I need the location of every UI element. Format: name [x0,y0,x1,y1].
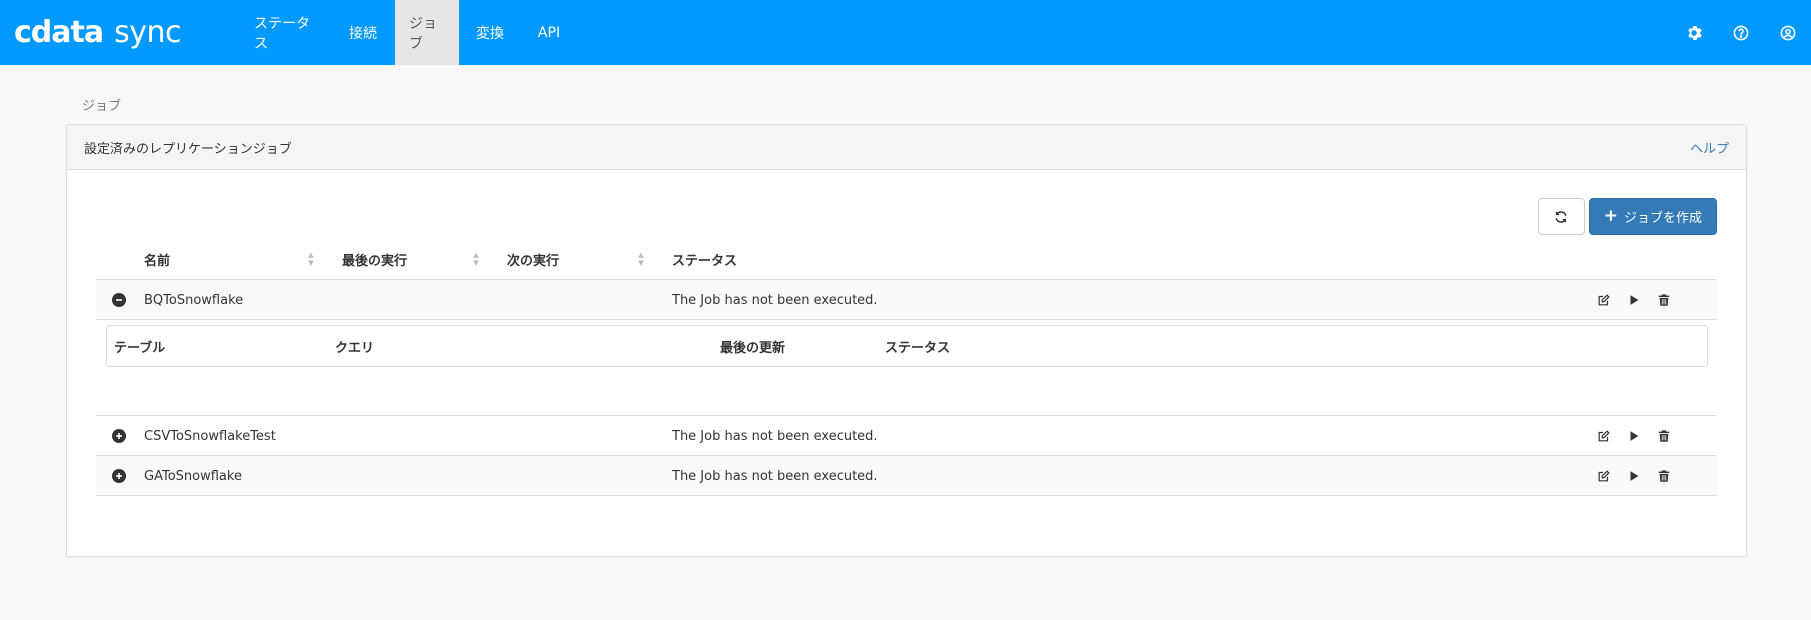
nav-items: ステータス 接続 ジョブ 変換 API [240,0,577,65]
help-circle-icon[interactable] [1717,0,1764,65]
trash-icon[interactable] [1656,292,1672,308]
create-job-button[interactable]: + ジョブを作成 [1588,198,1717,235]
header-last-run[interactable]: 最後の実行 [342,238,407,280]
create-job-label: ジョブを作成 [1623,211,1702,226]
job-name: BQToSnowflake [144,292,244,308]
job-detail: テーブル クエリ 最後の更新 ステータス [96,320,1717,416]
row-actions [1596,280,1672,320]
job-status: The Job has not been executed. [672,468,878,484]
nav-right [1670,0,1811,65]
nav-item-connections[interactable]: 接続 [331,0,395,65]
toolbar: + ジョブを作成 [1537,198,1717,235]
brand-product: sync [114,14,181,50]
trash-icon[interactable] [1656,428,1672,444]
row-actions [1596,416,1672,456]
play-icon[interactable] [1626,468,1642,484]
expand-icon[interactable] [112,429,126,443]
table-row[interactable]: GAToSnowflake The Job has not been execu… [96,456,1717,496]
job-status: The Job has not been executed. [672,428,878,444]
breadcrumb: ジョブ [82,99,122,114]
edit-icon[interactable] [1596,468,1612,484]
refresh-button[interactable] [1537,198,1585,235]
subheader-last-updated: 最後の更新 [720,340,786,356]
panel-title: 設定済みのレプリケーションジョブ [84,141,292,157]
header-name[interactable]: 名前 [144,238,170,280]
job-status: The Job has not been executed. [672,292,878,308]
sort-icon[interactable]: ▲ ▼ [472,251,480,269]
table-row[interactable]: CSVToSnowflakeTest The Job has not been … [96,416,1717,456]
nav-item-jobs[interactable]: ジョブ [395,0,459,65]
play-icon[interactable] [1626,292,1642,308]
help-link[interactable]: ヘルプ [1690,138,1729,157]
refresh-icon [1555,210,1567,223]
jobs-panel: 設定済みのレプリケーションジョブ ヘルプ + ジョブを作成 名前 ▲ ▼ 最後の実… [66,124,1747,557]
brand[interactable]: cdata sync [0,0,240,65]
trash-icon[interactable] [1656,468,1672,484]
top-navbar: cdata sync ステータス 接続 ジョブ 変換 API [0,0,1811,65]
collapse-icon[interactable] [112,293,126,307]
subheader-status: ステータス [885,340,951,356]
brand-logo: cdata [14,14,104,50]
nav-item-transform[interactable]: 変換 [459,0,521,65]
panel-heading: 設定済みのレプリケーションジョブ ヘルプ [67,125,1746,170]
gear-icon[interactable] [1670,0,1717,65]
sort-icon[interactable]: ▲ ▼ [307,251,315,269]
header-status: ステータス [672,253,738,269]
nav-item-api[interactable]: API [521,0,577,65]
edit-icon[interactable] [1596,292,1612,308]
sort-icon[interactable]: ▲ ▼ [637,251,645,269]
jobs-table: 名前 ▲ ▼ 最後の実行 ▲ ▼ 次の実行 ▲ ▼ ステータス BQToSnowfla… [96,238,1717,496]
table-row[interactable]: BQToSnowflake The Job has not been execu… [96,280,1717,320]
header-next-run[interactable]: 次の実行 [507,238,559,280]
nav-item-status[interactable]: ステータス [240,0,331,65]
table-header: 名前 ▲ ▼ 最後の実行 ▲ ▼ 次の実行 ▲ ▼ ステータス [96,238,1717,280]
subheader-query: クエリ [335,340,375,356]
user-circle-icon[interactable] [1764,0,1811,65]
expand-icon[interactable] [112,469,126,483]
play-icon[interactable] [1626,428,1642,444]
subheader-table: テーブル [114,340,166,356]
plus-icon: + [1603,206,1618,226]
edit-icon[interactable] [1596,428,1612,444]
job-name: CSVToSnowflakeTest [144,428,276,444]
row-actions [1596,456,1672,496]
job-name: GAToSnowflake [144,468,242,484]
subtable: テーブル クエリ 最後の更新 ステータス [106,325,1708,367]
